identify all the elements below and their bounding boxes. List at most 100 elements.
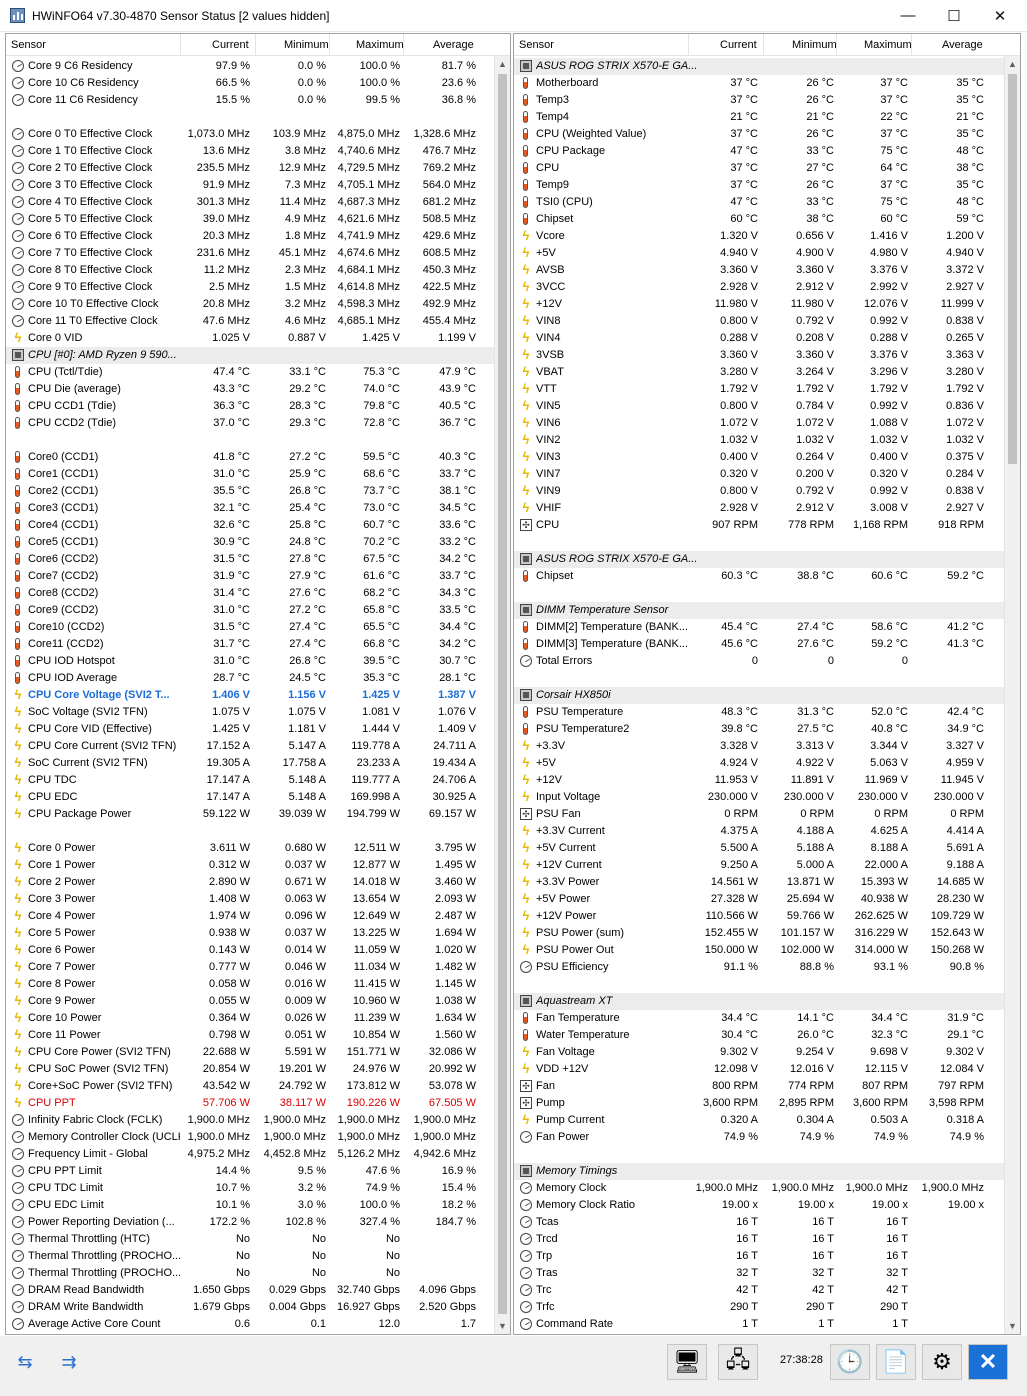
settings-gear-icon[interactable]: ⚙ [922,1344,962,1380]
sensor-row[interactable]: Core 5 T0 Effective Clock 39.0 MHz 4.9 MHz… [6,211,510,228]
minimize-button[interactable]: — [885,0,931,31]
sensor-row[interactable]: ϟ PSU Power (sum) 152.455 W 101.157 W 316.22… [514,925,1020,942]
sensor-row[interactable]: Total Errors 0 0 0 [514,653,1020,670]
sensor-row[interactable]: ϟ SoC Voltage (SVI2 TFN) 1.075 V 1.075 V 1.0… [6,704,510,721]
expand-arrows-icon[interactable]: ⇉ [50,1346,88,1378]
sensor-row[interactable]: Chipset 60.3 °C 38.8 °C 60.6 °C 59.2 °C [514,568,1020,585]
sensor-row[interactable]: Core 9 C6 Residency 97.9 % 0.0 % 100.0 % 81.… [6,58,510,75]
sensor-row[interactable]: CPU Die (average) 43.3 °C 29.2 °C 74.0 °C 43… [6,381,510,398]
sensor-row[interactable]: ϟ 3VSB 3.360 V 3.360 V 3.376 V 3.363 V [514,347,1020,364]
sensor-row[interactable]: ϟ Core 1 Power 0.312 W 0.037 W 12.877 W 1.495… [6,857,510,874]
sensor-row[interactable]: CPU 37 °C 27 °C 64 °C 38 °C [514,160,1020,177]
sensor-row[interactable]: Temp4 21 °C 21 °C 22 °C 21 °C [514,109,1020,126]
sensor-row[interactable]: Core 7 T0 Effective Clock 231.6 MHz 45.1 M… [6,245,510,262]
sensor-row[interactable]: CPU TDC Limit 10.7 % 3.2 % 74.9 % 15.4 % [6,1180,510,1197]
scrollbar-right[interactable]: ▲ ▼ [1004,56,1020,1334]
sensor-group-header[interactable]: CPU [#0]: AMD Ryzen 9 590... [6,347,510,364]
sensor-row[interactable]: Water Temperature 30.4 °C 26.0 °C 32.3 °C 29… [514,1027,1020,1044]
scroll-thumb[interactable] [1008,74,1017,464]
sensor-row[interactable]: Tcas 16 T 16 T 16 T [514,1214,1020,1231]
sensor-row[interactable]: ϟ CPU TDC 17.147 A 5.148 A 119.777 A 24.706 A [6,772,510,789]
header-current[interactable]: Current [212,39,249,51]
sensor-row[interactable]: ϟ Fan Voltage 9.302 V 9.254 V 9.698 V 9.302 V [514,1044,1020,1061]
scroll-down-icon[interactable]: ▼ [495,1318,510,1334]
sensor-row[interactable]: ϟ +12V Power 110.566 W 59.766 W 262.625 W 109… [514,908,1020,925]
sensor-row[interactable]: Trc 42 T 42 T 42 T [514,1282,1020,1299]
sensor-row[interactable]: Thermal Throttling (HTC) No No No [6,1231,510,1248]
sensor-row[interactable]: ϟ Core 10 Power 0.364 W 0.026 W 11.239 W 1.63… [6,1010,510,1027]
sensor-row[interactable]: ϟ Core 0 Power 3.611 W 0.680 W 12.511 W 3.795… [6,840,510,857]
header-sensor[interactable]: Sensor [11,39,46,51]
sensor-row[interactable]: Infinity Fabric Clock (FCLK) 1,900.0 MHz 1… [6,1112,510,1129]
clock-reset-icon[interactable]: 🕒 [830,1344,870,1380]
sensor-row[interactable]: TSI0 (CPU) 47 °C 33 °C 75 °C 48 °C [514,194,1020,211]
sensor-group-header[interactable]: Aquastream XT [514,993,1020,1010]
sensor-row[interactable]: Fan Power 74.9 % 74.9 % 74.9 % 74.9 % [514,1129,1020,1146]
scroll-up-icon[interactable]: ▲ [495,56,510,72]
sensor-row[interactable]: ϟ +3.3V Power 14.561 W 13.871 W 15.393 W 14.6… [514,874,1020,891]
sensor-row[interactable]: Core 9 T0 Effective Clock 2.5 MHz 1.5 MHz 4… [6,279,510,296]
sensor-row[interactable]: CPU CCD2 (Tdie) 37.0 °C 29.3 °C 72.8 °C 36.7… [6,415,510,432]
sensor-row[interactable]: ϟ VIN3 0.400 V 0.264 V 0.400 V 0.375 V [514,449,1020,466]
sensor-row[interactable]: Core11 (CCD2) 31.7 °C 27.4 °C 66.8 °C 34.2 °… [6,636,510,653]
sensor-row[interactable]: Memory Clock 1,900.0 MHz 1,900.0 MHz 1,900.… [514,1180,1020,1197]
sensor-row[interactable]: Core 3 T0 Effective Clock 91.9 MHz 7.3 MHz… [6,177,510,194]
header-current[interactable]: Current [720,39,757,51]
sensor-row[interactable]: CPU (Weighted Value) 37 °C 26 °C 37 °C 35 °C [514,126,1020,143]
sensor-row[interactable]: Core 10 C6 Residency 66.5 % 0.0 % 100.0 % 23… [6,75,510,92]
sensor-row[interactable]: ϟ Core 3 Power 1.408 W 0.063 W 13.654 W 2.093… [6,891,510,908]
sensor-row[interactable]: Temp9 37 °C 26 °C 37 °C 35 °C [514,177,1020,194]
header-sensor[interactable]: Sensor [519,39,554,51]
sensor-row[interactable]: ϟ Input Voltage 230.000 V 230.000 V 230.000 … [514,789,1020,806]
sensor-row[interactable]: Motherboard 37 °C 26 °C 37 °C 35 °C [514,75,1020,92]
sensor-row[interactable]: CPU CCD1 (Tdie) 36.3 °C 28.3 °C 79.8 °C 40.5… [6,398,510,415]
sensor-row[interactable]: ϟ CPU Core VID (Effective) 1.425 V 1.181 V 1… [6,721,510,738]
sensor-row[interactable]: Core 6 T0 Effective Clock 20.3 MHz 1.8 MHz… [6,228,510,245]
sensor-row[interactable]: ϟ Core 8 Power 0.058 W 0.016 W 11.415 W 1.145… [6,976,510,993]
sensor-row[interactable]: ϟ +5V Current 5.500 A 5.188 A 8.188 A 5.691 A [514,840,1020,857]
sensor-row[interactable]: ϟ VIN5 0.800 V 0.784 V 0.992 V 0.836 V [514,398,1020,415]
sensor-row[interactable]: ϟ CPU EDC 17.147 A 5.148 A 169.998 A 30.925 A [6,789,510,806]
sensor-row[interactable]: Thermal Throttling (PROCHO... No No No [6,1248,510,1265]
sensor-row[interactable]: CPU IOD Average 28.7 °C 24.5 °C 35.3 °C 28.1… [6,670,510,687]
sensor-group-header[interactable]: Memory Timings [514,1163,1020,1180]
sensor-group-header[interactable]: DIMM Temperature Sensor [514,602,1020,619]
header-minimum[interactable]: Minimum [284,39,329,51]
sensor-row[interactable]: Trp 16 T 16 T 16 T [514,1248,1020,1265]
maximize-button[interactable]: ☐ [931,0,977,31]
sensor-row[interactable]: ϟ +12V Current 9.250 A 5.000 A 22.000 A 9.188… [514,857,1020,874]
sensor-row[interactable]: Core 0 T0 Effective Clock 1,073.0 MHz 103.… [6,126,510,143]
sensor-row[interactable]: ϟ CPU PPT 57.706 W 38.117 W 190.226 W 67.505 … [6,1095,510,1112]
sensor-row[interactable]: DRAM Read Bandwidth 1.650 Gbps 0.029 Gbps 3… [6,1282,510,1299]
sensor-row[interactable]: CPU PPT Limit 14.4 % 9.5 % 47.6 % 16.9 % [6,1163,510,1180]
sensor-row[interactable]: ϟ Core 11 Power 0.798 W 0.051 W 10.854 W 1.56… [6,1027,510,1044]
sensor-row[interactable]: Core4 (CCD1) 32.6 °C 25.8 °C 60.7 °C 33.6 °C [6,517,510,534]
sensor-row[interactable]: CPU Package 47 °C 33 °C 75 °C 48 °C [514,143,1020,160]
sensor-row[interactable]: ϟ PSU Power Out 150.000 W 102.000 W 314.000 … [514,942,1020,959]
monitor-report-icon[interactable]: 🖥 [667,1344,707,1380]
sensor-row[interactable]: ϟ 3VCC 2.928 V 2.912 V 2.992 V 2.927 V [514,279,1020,296]
sensor-row[interactable]: Tras 32 T 32 T 32 T [514,1265,1020,1282]
close-sensors-icon[interactable]: ✕ [968,1344,1008,1380]
sensor-row[interactable]: ϟ +3.3V 3.328 V 3.313 V 3.344 V 3.327 V [514,738,1020,755]
sensor-row[interactable]: ϟ VBAT 3.280 V 3.264 V 3.296 V 3.280 V [514,364,1020,381]
close-button[interactable]: ✕ [977,0,1023,31]
sensor-row[interactable]: Core2 (CCD1) 35.5 °C 26.8 °C 73.7 °C 38.1 °C [6,483,510,500]
sensor-row[interactable]: CPU EDC Limit 10.1 % 3.0 % 100.0 % 18.2 % [6,1197,510,1214]
sensor-row[interactable]: ϟ AVSB 3.360 V 3.360 V 3.376 V 3.372 V [514,262,1020,279]
scroll-down-icon[interactable]: ▼ [1005,1318,1020,1334]
sensor-row[interactable]: PSU Efficiency 91.1 % 88.8 % 93.1 % 90.8 % [514,959,1020,976]
sensor-row[interactable]: Temp3 37 °C 26 °C 37 °C 35 °C [514,92,1020,109]
sensor-row[interactable]: Core1 (CCD1) 31.0 °C 25.9 °C 68.6 °C 33.7 °C [6,466,510,483]
add-log-icon[interactable]: 📄 [876,1344,916,1380]
sensor-row[interactable]: ϟ +5V 4.940 V 4.900 V 4.980 V 4.940 V [514,245,1020,262]
sensor-row[interactable]: ϟ VTT 1.792 V 1.792 V 1.792 V 1.792 V [514,381,1020,398]
sensor-row[interactable]: ϟ Core 5 Power 0.938 W 0.037 W 13.225 W 1.694… [6,925,510,942]
sensor-row[interactable]: CPU (Tctl/Tdie) 47.4 °C 33.1 °C 75.3 °C 47.9… [6,364,510,381]
sensor-row[interactable]: Core 11 C6 Residency 15.5 % 0.0 % 99.5 % 36.… [6,92,510,109]
sensor-row[interactable]: ϟ VIN9 0.800 V 0.792 V 0.992 V 0.838 V [514,483,1020,500]
sensor-row[interactable]: ϟ +12V 11.953 V 11.891 V 11.969 V 11.945 V [514,772,1020,789]
sensor-row[interactable]: Core 2 T0 Effective Clock 235.5 MHz 12.9 M… [6,160,510,177]
sensor-row[interactable]: Core3 (CCD1) 32.1 °C 25.4 °C 73.0 °C 34.5 °C [6,500,510,517]
sensor-row[interactable]: DRAM Write Bandwidth 1.679 Gbps 0.004 Gbps… [6,1299,510,1316]
